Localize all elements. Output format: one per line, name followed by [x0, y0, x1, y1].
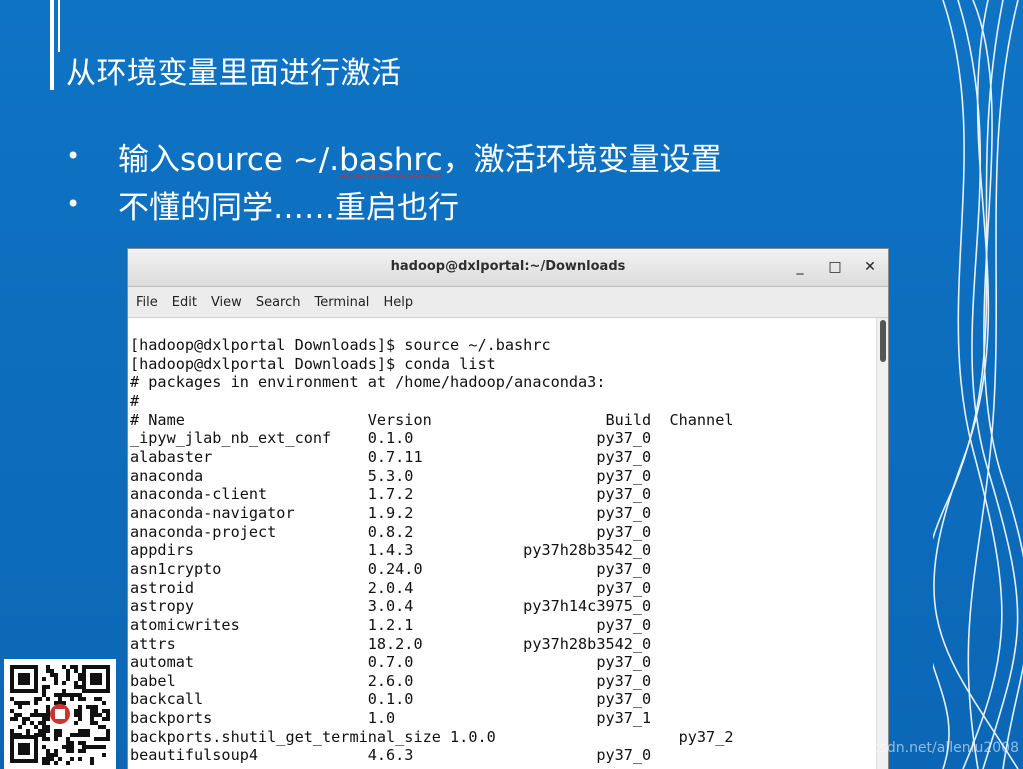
terminal-line: # packages in environment at /home/hadoo… — [130, 373, 606, 392]
menu-terminal[interactable]: Terminal — [314, 295, 369, 310]
terminal-scrollbar[interactable] — [876, 318, 888, 769]
terminal-line: backports.shutil_get_terminal_size 1.0.0… — [130, 727, 734, 746]
terminal-titlebar[interactable]: hadoop@dxlportal:~/Downloads _ □ ✕ — [128, 249, 888, 287]
maximize-button[interactable]: □ — [827, 259, 843, 275]
bullet-item: • 不懂的同学……重启也行 — [66, 180, 722, 228]
terminal-line: astroid 2.0.4 py37_0 — [130, 578, 652, 597]
terminal-line: anaconda-client 1.7.2 py37_0 — [130, 485, 652, 504]
menu-file[interactable]: File — [136, 295, 158, 310]
terminal-line: beautifulsoup4 4.6.3 py37_0 — [130, 746, 652, 765]
terminal-line: backports 1.0 py37_1 — [130, 709, 652, 728]
qr-code — [4, 659, 116, 769]
terminal-line: automat 0.7.0 py37_0 — [130, 653, 652, 672]
bullet-text: 不懂的同学……重启也行 — [118, 189, 459, 226]
bullet-dot: • — [66, 190, 81, 218]
menu-view[interactable]: View — [211, 295, 242, 310]
terminal-line: anaconda-project 0.8.2 py37_0 — [130, 522, 652, 541]
scrollbar-thumb[interactable] — [880, 320, 886, 362]
terminal-window[interactable]: hadoop@dxlportal:~/Downloads _ □ ✕ File … — [127, 248, 889, 769]
slide: 从环境变量里面进行激活 • 输入source ~/.bashrc，激活环境变量设… — [0, 0, 1023, 769]
close-button[interactable]: ✕ — [862, 259, 878, 275]
terminal-line: atomicwrites 1.2.1 py37_0 — [130, 615, 652, 634]
terminal-line: # — [130, 391, 140, 410]
terminal-line: _ipyw_jlab_nb_ext_conf 0.1.0 py37_0 — [130, 429, 652, 448]
wave-decoration — [933, 0, 1023, 769]
terminal-line: babel 2.6.0 py37_0 — [130, 671, 652, 690]
terminal-line: backcall 0.1.0 py37_0 — [130, 690, 652, 709]
menu-edit[interactable]: Edit — [172, 295, 197, 310]
terminal-line: appdirs 1.4.3 py37h28b3542_0 — [130, 541, 652, 560]
minimize-button[interactable]: _ — [792, 259, 808, 275]
terminal-output[interactable]: [hadoop@dxlportal Downloads]$ source ~/.… — [128, 318, 876, 769]
bullet-dot: • — [66, 142, 81, 170]
menu-help[interactable]: Help — [383, 295, 413, 310]
title-accent-bar — [50, 0, 54, 90]
terminal-line: [hadoop@dxlportal Downloads]$ source ~/.… — [130, 336, 551, 354]
slide-title: 从环境变量里面进行激活 — [66, 56, 402, 91]
terminal-line: [hadoop@dxlportal Downloads]$ conda list — [130, 354, 496, 373]
terminal-line: # Name Version Build Channel — [130, 410, 734, 429]
bullet-list: • 输入source ~/.bashrc，激活环境变量设置 • 不懂的同学……重… — [66, 132, 722, 228]
bullet-item: • 输入source ~/.bashrc，激活环境变量设置 — [66, 132, 722, 180]
bullet-text: 输入source ~/.bashrc，激活环境变量设置 — [118, 141, 722, 178]
terminal-line: alabaster 0.7.11 py37_0 — [130, 447, 652, 466]
terminal-line: attrs 18.2.0 py37h28b3542_0 — [130, 634, 652, 653]
terminal-menubar: File Edit View Search Terminal Help — [128, 287, 888, 318]
terminal-title: hadoop@dxlportal:~/Downloads — [390, 259, 626, 274]
title-accent-bar-thin — [58, 0, 60, 52]
terminal-line: astropy 3.0.4 py37h14c3975_0 — [130, 597, 652, 616]
menu-search[interactable]: Search — [256, 295, 301, 310]
terminal-line: anaconda-navigator 1.9.2 py37_0 — [130, 503, 652, 522]
terminal-line: anaconda 5.3.0 py37_0 — [130, 466, 652, 485]
watermark: https://blog.csdn.net/allenlu2008 — [787, 740, 1019, 756]
terminal-line: asn1crypto 0.24.0 py37_0 — [130, 559, 652, 578]
